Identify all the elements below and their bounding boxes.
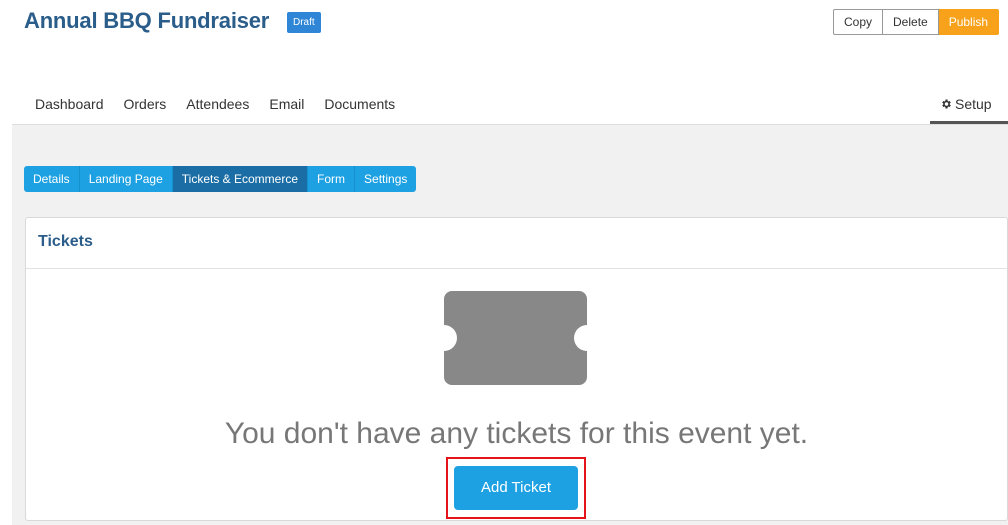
setup-label: Setup	[955, 96, 992, 112]
page-header: Annual BBQ Fundraiser Draft Copy Delete …	[0, 0, 1008, 124]
nav-item-orders[interactable]: Orders	[124, 96, 167, 112]
tab-form[interactable]: Form	[308, 166, 356, 192]
nav-item-dashboard[interactable]: Dashboard	[35, 96, 104, 112]
page-title: Annual BBQ Fundraiser	[24, 8, 270, 33]
tab-details[interactable]: Details	[24, 166, 80, 192]
copy-button[interactable]: Copy	[833, 9, 884, 35]
tab-tickets-ecommerce[interactable]: Tickets & Ecommerce	[172, 166, 309, 192]
nav-item-email[interactable]: Email	[269, 96, 304, 112]
tab-landing-page[interactable]: Landing Page	[79, 166, 173, 192]
nav-item-attendees[interactable]: Attendees	[186, 96, 249, 112]
publish-button[interactable]: Publish	[938, 9, 1000, 35]
empty-state-message: You don't have any tickets for this even…	[224, 417, 809, 450]
status-badge: Draft	[287, 12, 321, 33]
nav-item-setup[interactable]: Setup	[930, 94, 1008, 124]
nav-item-documents[interactable]: Documents	[324, 96, 395, 112]
add-ticket-button[interactable]: Add Ticket	[454, 466, 578, 510]
tab-settings[interactable]: Settings	[355, 166, 417, 192]
setup-subtabs: Details Landing Page Tickets & Ecommerce…	[24, 166, 417, 192]
action-buttons: Copy Delete Publish	[833, 9, 1000, 35]
panel-title: Tickets	[26, 218, 1007, 269]
delete-button[interactable]: Delete	[883, 9, 939, 35]
ticket-icon	[444, 291, 587, 385]
gear-icon	[942, 99, 951, 109]
main-nav: Dashboard Orders Attendees Email Documen…	[35, 96, 395, 112]
